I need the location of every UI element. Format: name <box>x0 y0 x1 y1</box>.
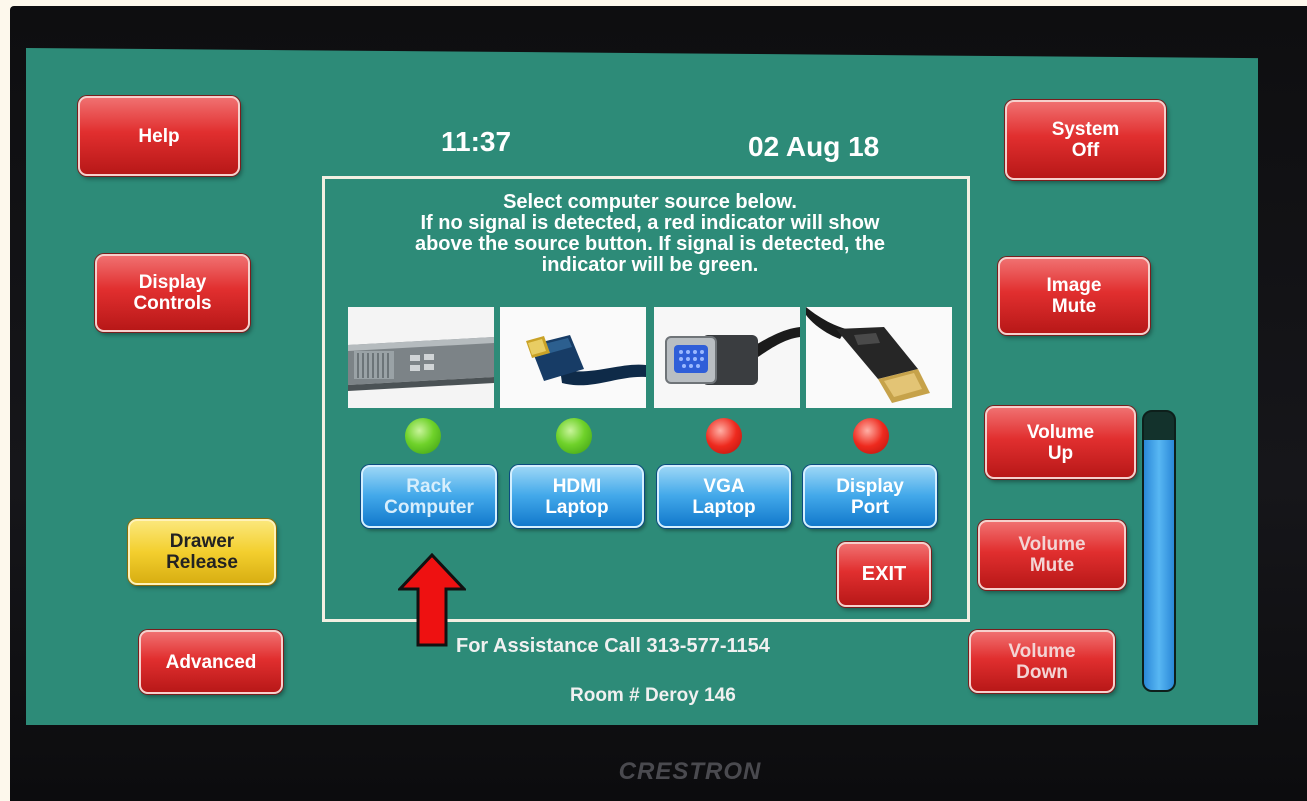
current-date: 02 Aug 18 <box>748 131 880 162</box>
rack-server-icon <box>348 307 494 408</box>
clock-time: 11:37 <box>441 126 512 157</box>
volume-mute-button[interactable]: Volume Mute <box>978 520 1126 590</box>
drawer-release-button[interactable]: Drawer Release <box>128 519 276 585</box>
instruction-line: indicator will be green. <box>541 254 759 276</box>
hdmi-laptop-signal-indicator <box>556 418 592 454</box>
displayport-cable-icon <box>806 307 952 408</box>
system-off-button[interactable]: System Off <box>1005 100 1166 180</box>
volume-down-button[interactable]: Volume Down <box>969 630 1115 693</box>
instruction-line: above the source button. If signal is de… <box>414 233 886 255</box>
vga-laptop-signal-indicator <box>706 418 742 454</box>
exit-button[interactable]: EXIT <box>837 542 931 607</box>
advanced-button[interactable]: Advanced <box>139 630 283 694</box>
hdmi-cable-icon <box>500 307 646 408</box>
display-controls-button[interactable]: Display Controls <box>95 254 250 332</box>
crestron-logo: CRESTRON <box>618 758 762 785</box>
room-number-text: Room # Deroy 146 <box>570 685 736 706</box>
source-instructions: Select computer source below. If no sign… <box>340 192 960 276</box>
vga-cable-icon <box>654 307 800 408</box>
volume-up-button[interactable]: Volume Up <box>985 406 1136 479</box>
rack-computer-source-button[interactable]: Rack Computer <box>361 465 497 528</box>
display-port-source-button[interactable]: Display Port <box>803 465 937 528</box>
instruction-line: Select computer source below. <box>503 191 797 213</box>
pointer-arrow-icon <box>398 553 466 647</box>
help-button[interactable]: Help <box>78 96 240 176</box>
assistance-phone-text: For Assistance Call 313-577-1154 <box>456 635 770 657</box>
instruction-line: If no signal is detected, a red indicato… <box>420 212 880 234</box>
volume-level-bar[interactable] <box>1142 410 1176 692</box>
vga-laptop-source-button[interactable]: VGA Laptop <box>657 465 791 528</box>
hdmi-laptop-source-button[interactable]: HDMI Laptop <box>510 465 644 528</box>
rack-computer-signal-indicator <box>405 418 441 454</box>
volume-level-fill <box>1144 439 1174 690</box>
display-port-signal-indicator <box>853 418 889 454</box>
image-mute-button[interactable]: Image Mute <box>998 257 1150 335</box>
